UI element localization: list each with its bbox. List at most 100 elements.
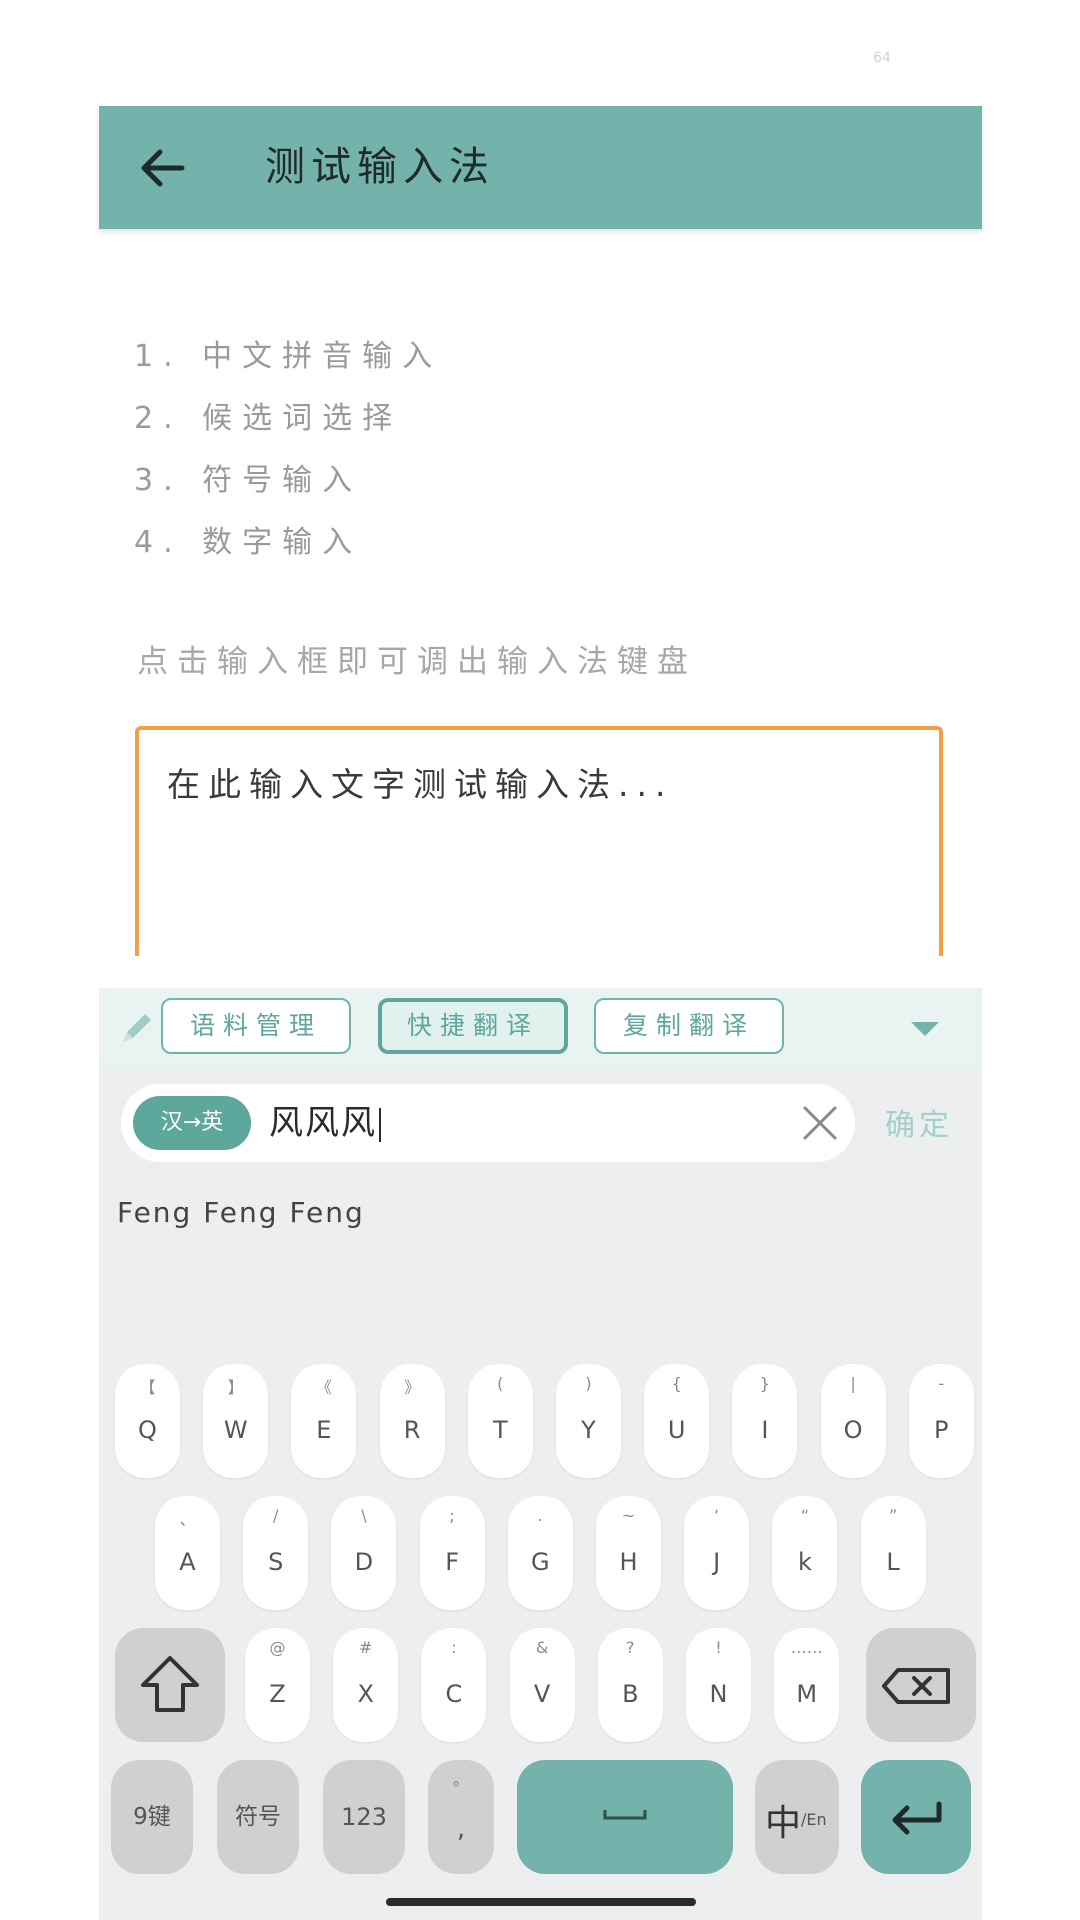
translate-direction-badge[interactable]: 汉→英 (133, 1096, 251, 1150)
translate-input-bar[interactable]: 汉→英 风风风 (121, 1084, 855, 1162)
key-u[interactable]: {U (644, 1364, 710, 1478)
key-symbol-label: & (535, 1638, 549, 1657)
collapse-keyboard-icon[interactable] (907, 1010, 943, 1046)
comma-key-sub: 。 (452, 1770, 469, 1789)
key-symbol-label: - (938, 1374, 945, 1393)
backspace-icon (882, 1668, 950, 1704)
back-arrow-icon[interactable] (136, 140, 192, 196)
key-letter-label: P (934, 1416, 949, 1444)
key-symbol-label: ? (626, 1638, 635, 1657)
key-f[interactable]: ; F (419, 1496, 485, 1610)
shift-key[interactable] (115, 1628, 225, 1742)
key-d[interactable]: \ D (331, 1496, 397, 1610)
lang-main-label: 中 (765, 1803, 802, 1844)
feature-list: 1. 中文拼音输入 2. 候选词选择 3. 符号输入 4. 数字输入 (134, 326, 442, 574)
key-h[interactable]: ~ H (596, 1496, 661, 1610)
key-letter-label: G (530, 1548, 550, 1576)
key-symbol-label: …… (790, 1638, 823, 1657)
enter-arrow-icon (892, 1801, 942, 1835)
key-b[interactable]: ? B (597, 1628, 663, 1742)
ime-keyboard: 语料管理 快捷翻译 复制翻译 汉→英 风风风 确定 Feng Feng Feng… (99, 988, 982, 1920)
key-letter-label: Z (269, 1680, 286, 1708)
copy-translate-button[interactable]: 复制翻译 (594, 998, 784, 1054)
key-letter-label: T (492, 1416, 508, 1444)
key-letter-label: A (179, 1548, 196, 1576)
home-indicator (386, 1898, 696, 1906)
key-m[interactable]: …… M (774, 1628, 840, 1742)
lang-sub-label: /En (801, 1810, 827, 1829)
key-j[interactable]: ‘J (684, 1496, 750, 1610)
key-symbol-label: 、 (179, 1510, 196, 1529)
key-y[interactable]: ) Y (556, 1364, 621, 1478)
text-input-placeholder: 在此输入文字测试输入法... (167, 765, 674, 804)
feature-item: 1. 中文拼音输入 (134, 339, 443, 374)
key-symbol-label: 》 (404, 1378, 421, 1397)
app-screen: 测试输入法 1. 中文拼音输入 2. 候选词选择 3. 符号输入 4. 数字输入… (99, 106, 982, 1920)
key-letter-label: E (316, 1416, 332, 1444)
key-r[interactable]: 》 R (379, 1364, 445, 1478)
key-symbol-label: ! (715, 1638, 722, 1657)
key-letter-label: Q (138, 1416, 157, 1444)
key-letter-label: C (445, 1680, 463, 1708)
key-v[interactable]: & V (509, 1628, 575, 1742)
feature-item: 2. 候选词选择 (134, 401, 403, 436)
translate-input-text[interactable]: 风风风 (269, 1096, 381, 1150)
key-e[interactable]: 《 E (291, 1364, 357, 1478)
key-symbol-label: ‘ (714, 1506, 720, 1525)
enter-key[interactable] (861, 1760, 971, 1874)
shift-arrow-icon (141, 1656, 199, 1712)
key-symbol-label: @ (269, 1638, 286, 1657)
key-letter-label: O (843, 1416, 863, 1444)
key-symbol-label: / (272, 1506, 279, 1525)
key-symbol-label: # (358, 1638, 373, 1657)
key-symbol-label: 】 (227, 1378, 244, 1397)
key-n[interactable]: ! N (686, 1628, 751, 1742)
page-title: 测试输入法 (265, 144, 495, 190)
key-symbol-label: : (451, 1638, 457, 1657)
number-key[interactable]: 123 (323, 1760, 405, 1874)
clear-icon[interactable] (801, 1104, 839, 1142)
text-input-area[interactable]: 在此输入文字测试输入法... (135, 726, 943, 956)
key-letter-label: H (619, 1548, 638, 1576)
key-t[interactable]: (T (467, 1364, 533, 1478)
key-z[interactable]: @ Z (245, 1628, 310, 1742)
key-letter-label: I (761, 1416, 769, 1444)
hint-text: 点击输入框即可调出输入法键盘 (137, 644, 697, 680)
nine-key-layout-key[interactable]: 9键 (111, 1760, 193, 1874)
translate-input-value: 风风风 (269, 1103, 377, 1143)
backspace-key[interactable] (866, 1628, 976, 1742)
key-l[interactable]: ” L (860, 1496, 926, 1610)
feature-item: 4. 数字输入 (134, 525, 363, 560)
key-c[interactable]: :C (421, 1628, 487, 1742)
key-i[interactable]: } I (732, 1364, 798, 1478)
key-w[interactable]: 】 W (203, 1364, 269, 1478)
key-s[interactable]: / S (243, 1496, 309, 1610)
key-o[interactable]: | O (820, 1364, 886, 1478)
key-p[interactable]: -P (908, 1364, 974, 1478)
quick-translate-button[interactable]: 快捷翻译 (378, 998, 568, 1054)
key-letter-label: D (354, 1548, 374, 1576)
key-k[interactable]: “k (772, 1496, 838, 1610)
key-g[interactable]: .G (507, 1496, 573, 1610)
text-caret (379, 1107, 381, 1142)
key-letter-label: L (886, 1548, 900, 1576)
key-letter-label: N (709, 1680, 728, 1708)
pencil-icon[interactable] (117, 1008, 157, 1048)
candidate-word[interactable]: Feng Feng Feng (117, 1196, 365, 1229)
key-x[interactable]: # X (333, 1628, 399, 1742)
key-symbol-label: ) (585, 1374, 592, 1393)
chinese-english-toggle-key[interactable]: 中 /En (755, 1760, 839, 1874)
key-q[interactable]: 【Q (115, 1364, 180, 1478)
space-key[interactable] (517, 1760, 733, 1874)
key-letter-label: J (713, 1548, 721, 1576)
symbol-key[interactable]: 符号 (217, 1760, 299, 1874)
confirm-button[interactable]: 确定 (885, 1100, 953, 1144)
key-letter-label: k (797, 1548, 812, 1576)
key-symbol-label: ; (449, 1506, 455, 1525)
key-a[interactable]: 、 A (155, 1496, 220, 1610)
keyboard-toolbar: 语料管理 快捷翻译 复制翻译 (99, 988, 982, 1068)
corpus-management-button[interactable]: 语料管理 (161, 998, 351, 1054)
comma-key[interactable]: 。 , (428, 1760, 494, 1874)
key-symbol-label: } (759, 1374, 770, 1393)
key-letter-label: M (796, 1680, 818, 1708)
